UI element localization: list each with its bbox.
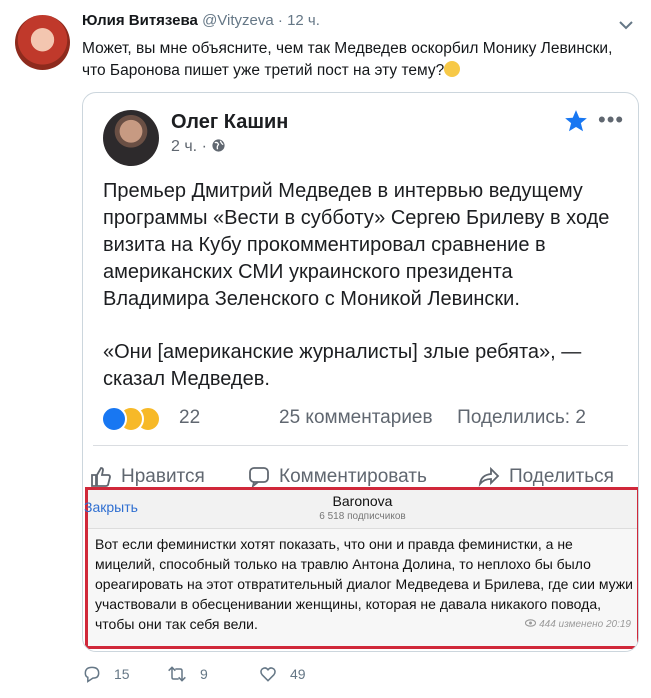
tweet-header: Юлия Витязева @Vityzeva · 12 ч. (82, 12, 320, 29)
channel-title: Baronova (332, 493, 393, 509)
tweet: Юлия Витязева @Vityzeva · 12 ч. Может, в… (0, 0, 651, 698)
like-button[interactable]: 49 (258, 664, 306, 684)
like-reaction-icon (101, 406, 127, 432)
thinking-face-emoji (444, 61, 461, 77)
retweet-count: 9 (200, 666, 208, 682)
shares-count: Поделились: 2 (457, 407, 586, 428)
subscribers-count: 6 518 подписчиков (319, 511, 406, 522)
share-arrow-icon (478, 466, 500, 487)
eye-icon (525, 619, 537, 627)
chevron-down-icon[interactable] (616, 18, 636, 32)
edited-time: изменено 20:19 (558, 619, 631, 630)
fb-paragraph: Премьер Дмитрий Медведев в интервью веду… (103, 180, 610, 310)
fb-divider (93, 445, 628, 446)
tweet-time[interactable]: 12 ч. (287, 12, 320, 29)
post-meta: 444 изменено 20:19 (525, 619, 631, 630)
fb-author-name: Олег Кашин (171, 111, 289, 133)
reply-count: 15 (114, 666, 130, 682)
author-handle[interactable]: @Vityzeva (202, 12, 274, 29)
fb-like-label: Нравится (121, 466, 205, 487)
views-count: 444 (539, 619, 556, 630)
fb-paragraph: «Они [американские журналисты] злые ребя… (103, 341, 582, 390)
fb-post-time: 2 ч. · (171, 138, 226, 156)
fb-time-dot: · (201, 138, 207, 155)
overlay-header: Закрыть Baronova 6 518 подписчиков (84, 490, 637, 529)
more-options-icon: ••• (598, 107, 625, 132)
fb-comment-action: Комментировать (247, 465, 427, 489)
star-icon (565, 110, 587, 132)
post-stats: 25 комментариев Поделились: 2 (279, 407, 586, 429)
header-separator: · (277, 12, 283, 29)
tweet-text-content: Может, вы мне объясните, чем так Медведе… (82, 40, 613, 79)
fb-post-body: Премьер Дмитрий Медведев в интервью веду… (103, 178, 623, 419)
fb-share-action: Поделиться (477, 465, 614, 489)
reply-button[interactable]: 15 (82, 664, 130, 684)
comments-count: 25 комментариев (279, 407, 433, 428)
author-avatar[interactable] (15, 15, 70, 70)
heart-icon (260, 667, 276, 682)
like-count: 49 (290, 666, 306, 682)
fb-time-text: 2 ч. (171, 138, 198, 155)
embedded-screenshot[interactable]: Олег Кашин 2 ч. · ••• Премьер Дмитрий Ме… (82, 92, 639, 652)
fb-comment-label: Комментировать (279, 466, 427, 487)
thumbs-up-icon (91, 467, 111, 487)
fb-author-avatar (103, 110, 159, 166)
fb-like-action: Нравится (89, 465, 205, 489)
tweet-text: Может, вы мне объясните, чем так Медведе… (82, 38, 637, 82)
globe-icon (212, 139, 225, 152)
author-name[interactable]: Юлия Витязева (82, 12, 198, 29)
retweet-icon (168, 666, 186, 682)
fb-share-label: Поделиться (509, 466, 614, 487)
comment-bubble-icon (249, 467, 269, 489)
reactions-count: 22 (179, 407, 201, 428)
reaction-icons (101, 406, 181, 432)
baronova-post-overlay: Закрыть Baronova 6 518 подписчиков Вот е… (84, 487, 638, 649)
reply-icon (84, 666, 100, 683)
retweet-button[interactable]: 9 (166, 664, 208, 684)
